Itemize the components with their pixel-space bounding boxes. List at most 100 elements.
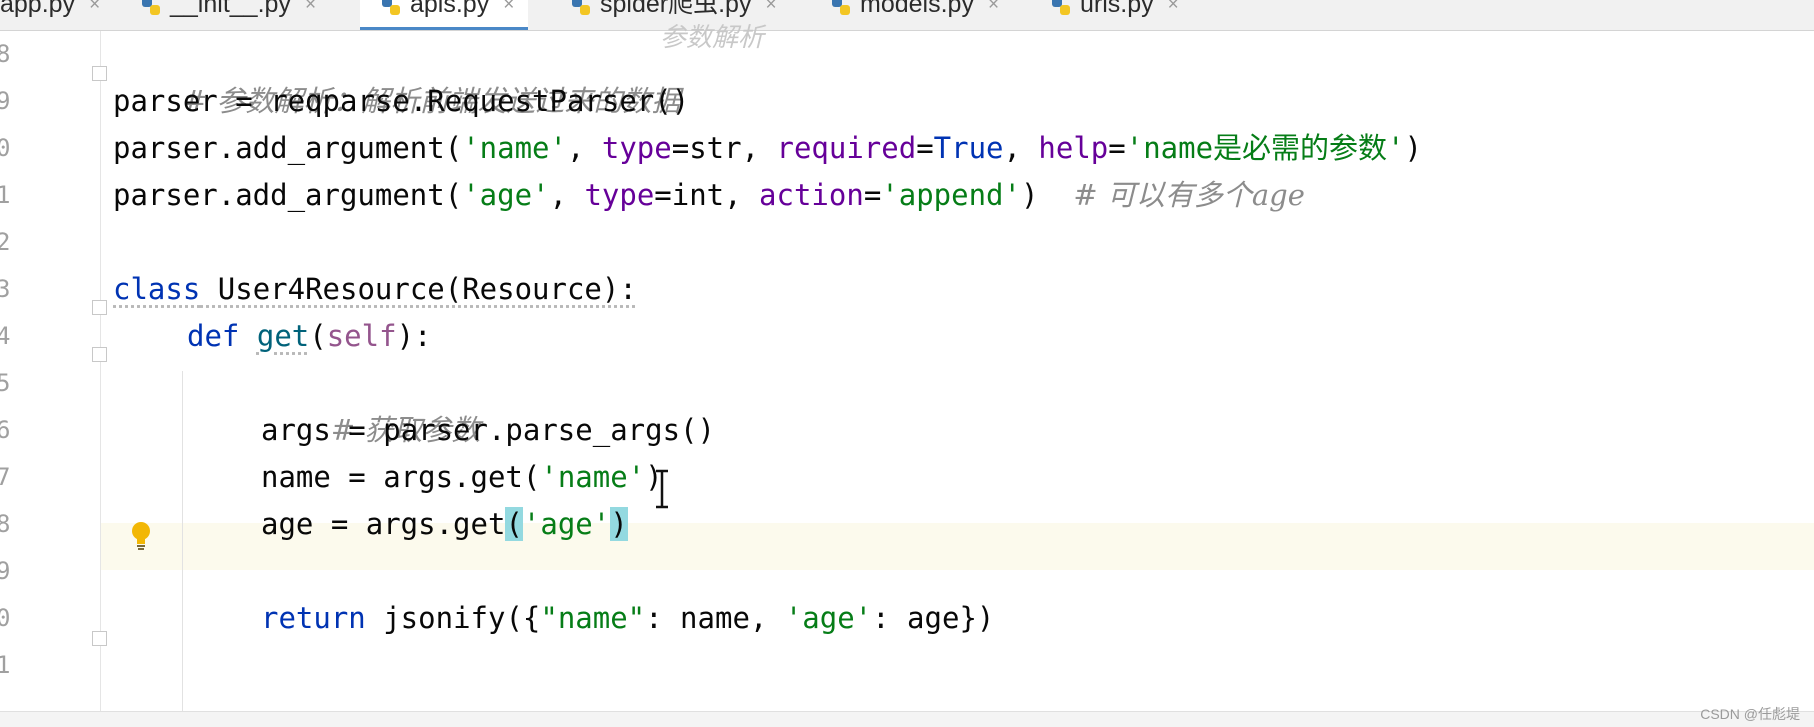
code-token: , bbox=[1004, 131, 1039, 165]
code-token: : age}) bbox=[872, 601, 994, 635]
line-number: 9 bbox=[0, 78, 36, 125]
keyword-arg: action bbox=[759, 178, 864, 212]
text-cursor-icon bbox=[653, 469, 671, 509]
gutter-separator bbox=[100, 31, 101, 711]
code-token: name = args.get( bbox=[261, 460, 540, 494]
tab-urls-py[interactable]: urls.py × bbox=[1050, 0, 1179, 30]
close-icon[interactable]: × bbox=[1168, 0, 1179, 14]
function-name: get bbox=[257, 319, 309, 353]
string-literal: 'age' bbox=[785, 601, 872, 635]
line-number: 4 bbox=[0, 313, 36, 360]
code-line: parser = reqparse.RequestParser() bbox=[113, 78, 689, 125]
code-token: ) bbox=[1021, 178, 1073, 212]
tab-apis-py[interactable]: apis.py × bbox=[360, 0, 528, 30]
code-token: ) bbox=[1405, 131, 1422, 165]
line-number: 3 bbox=[0, 266, 36, 313]
python-file-icon bbox=[830, 0, 852, 17]
keyword-arg: type bbox=[584, 178, 654, 212]
bottom-strip bbox=[0, 711, 1814, 727]
code-token: age = args.get bbox=[261, 507, 505, 541]
watermark: CSDN @任彪堤 bbox=[1700, 704, 1800, 724]
code-token: = bbox=[1108, 131, 1125, 165]
tab-label: urls.py bbox=[1080, 0, 1154, 17]
keyword: def bbox=[187, 319, 239, 353]
code-line: return jsonify({"name": name, 'age': age… bbox=[261, 595, 994, 642]
line-number: 8 bbox=[0, 31, 36, 78]
self-param: self bbox=[327, 319, 397, 353]
tab-label: models.py bbox=[860, 0, 974, 17]
close-icon[interactable]: × bbox=[503, 0, 514, 14]
code-token: ): bbox=[397, 319, 432, 353]
code-line: age = args.get('age') bbox=[261, 501, 628, 548]
python-file-icon bbox=[570, 0, 592, 17]
code-line: args = parser.parse_args() bbox=[261, 407, 715, 454]
keyword-arg: type bbox=[602, 131, 672, 165]
string-literal: "name" bbox=[540, 601, 645, 635]
code-token: =str, bbox=[672, 131, 777, 165]
keyword-arg: required bbox=[777, 131, 917, 165]
code-token: parser.add_argument( bbox=[113, 178, 462, 212]
string-literal: 'name' bbox=[462, 131, 567, 165]
code-token: , bbox=[550, 178, 585, 212]
line-number: 9 bbox=[0, 548, 36, 595]
fold-marker[interactable] bbox=[92, 347, 107, 362]
string-literal: 'age' bbox=[462, 178, 549, 212]
indent-guide bbox=[182, 371, 183, 711]
matched-paren: ( bbox=[505, 507, 522, 541]
line-number: 0 bbox=[0, 595, 36, 642]
python-file-icon bbox=[380, 0, 402, 17]
tab-label: apis.py bbox=[410, 0, 489, 17]
editor-tab-bar: app.py × __init__.py × apis.py × spider爬… bbox=[0, 0, 1814, 31]
tab-models-py[interactable]: models.py × bbox=[830, 0, 999, 30]
keyword: return bbox=[261, 601, 366, 635]
code-token: =int, bbox=[654, 178, 759, 212]
string-literal: 'age' bbox=[523, 507, 610, 541]
close-icon[interactable]: × bbox=[765, 0, 776, 14]
tab-app-py[interactable]: app.py × bbox=[0, 0, 100, 30]
line-number-gutter: 8 9 0 1 2 3 4 5 6 7 8 9 0 1 bbox=[0, 31, 100, 711]
code-token: = bbox=[864, 178, 881, 212]
code-token: : name, bbox=[645, 601, 785, 635]
close-icon[interactable]: × bbox=[988, 0, 999, 14]
string-literal: 'name是必需的参数' bbox=[1126, 131, 1405, 165]
code-line: parser.add_argument('age', type=int, act… bbox=[113, 172, 1305, 219]
string-literal: 'name' bbox=[540, 460, 645, 494]
tab-label: spider爬虫.py bbox=[600, 0, 751, 17]
comment: # 可以有多个age bbox=[1073, 178, 1305, 212]
close-icon[interactable]: × bbox=[305, 0, 316, 14]
line-number: 1 bbox=[0, 642, 36, 689]
tab-init-py[interactable]: __init__.py × bbox=[140, 0, 316, 30]
keyword: True bbox=[934, 131, 1004, 165]
code-line: class User4Resource(Resource): bbox=[113, 266, 637, 313]
line-number: 1 bbox=[0, 172, 36, 219]
code-line: def get(self): bbox=[187, 313, 431, 360]
line-number: 6 bbox=[0, 407, 36, 454]
code-line: parser.add_argument('name', type=str, re… bbox=[113, 125, 1422, 172]
keyword-arg: help bbox=[1038, 131, 1108, 165]
fold-marker[interactable] bbox=[92, 300, 107, 315]
code-line: name = args.get('name') bbox=[261, 454, 663, 501]
lightbulb-icon[interactable] bbox=[130, 521, 152, 551]
python-file-icon bbox=[140, 0, 162, 17]
code-token bbox=[239, 319, 256, 353]
line-number: 0 bbox=[0, 125, 36, 172]
code-editor[interactable]: 8 9 0 1 2 3 4 5 6 7 8 9 0 1 参数解析 # 参数解析：… bbox=[0, 31, 1814, 711]
close-icon[interactable]: × bbox=[89, 0, 100, 14]
line-number: 7 bbox=[0, 454, 36, 501]
python-file-icon bbox=[1050, 0, 1072, 17]
code-line: # 参数解析：解析前端发送过来的数据 bbox=[113, 31, 680, 78]
code-token: parser.add_argument( bbox=[113, 131, 462, 165]
code-token: jsonify({ bbox=[366, 601, 541, 635]
line-number: 8 bbox=[0, 501, 36, 548]
string-literal: 'append' bbox=[881, 178, 1021, 212]
fold-marker[interactable] bbox=[92, 66, 107, 81]
line-number: 5 bbox=[0, 360, 36, 407]
code-token: , bbox=[567, 131, 602, 165]
code-token: = bbox=[916, 131, 933, 165]
fold-marker[interactable] bbox=[92, 631, 107, 646]
keyword: class bbox=[113, 272, 200, 306]
tab-label: __init__.py bbox=[170, 0, 291, 17]
matched-paren: ) bbox=[610, 507, 627, 541]
line-number: 2 bbox=[0, 219, 36, 266]
code-token: ( bbox=[309, 319, 326, 353]
